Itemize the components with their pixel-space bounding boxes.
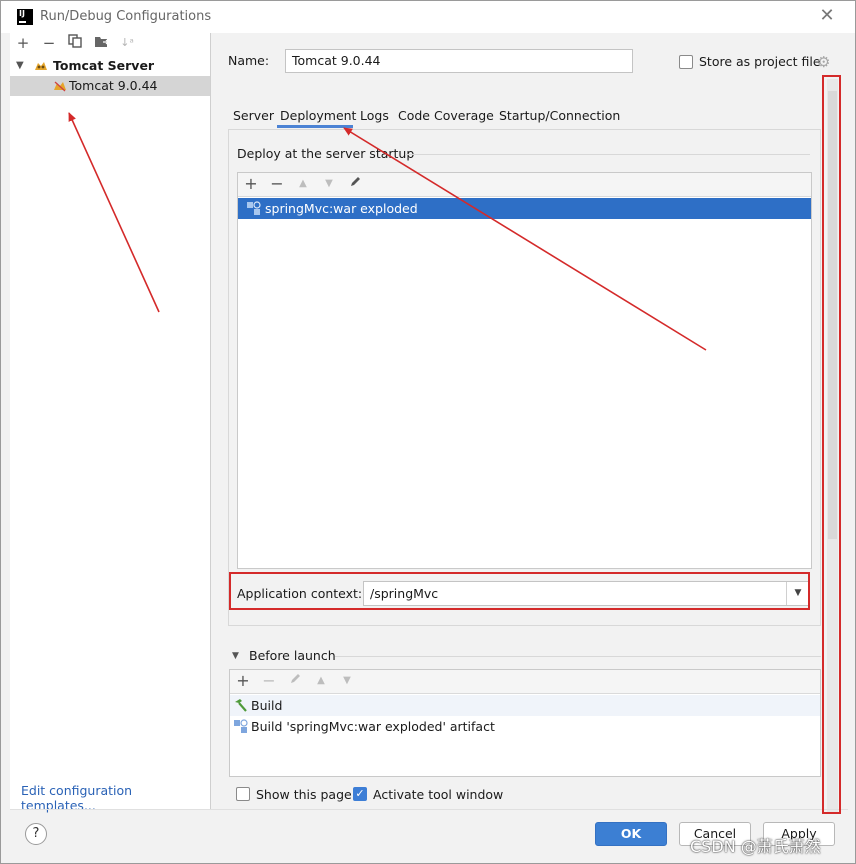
artifact-icon — [247, 201, 261, 215]
copy-icon[interactable] — [66, 34, 84, 52]
remove-icon[interactable]: − — [260, 672, 278, 690]
move-up-icon[interactable]: ▲ — [312, 672, 330, 690]
intellij-logo-icon: IJ — [17, 9, 33, 25]
add-icon[interactable]: + — [14, 34, 32, 52]
edit-icon[interactable] — [346, 175, 364, 193]
add-icon[interactable]: + — [242, 175, 260, 193]
before-launch-list: + − ▲ ▼ Build Build 'springMvc:war explo… — [229, 669, 821, 777]
activate-tool-window-checkbox[interactable]: ✓ — [353, 787, 367, 801]
hammer-icon — [235, 699, 247, 712]
remove-icon[interactable]: − — [40, 34, 58, 52]
tree-item-label: Tomcat Server — [53, 58, 155, 73]
before-launch-title[interactable]: Before launch — [249, 648, 336, 663]
close-icon[interactable]: ✕ — [817, 6, 837, 26]
before-launch-item-label: Build — [251, 698, 283, 713]
tab-logs[interactable]: Logs — [360, 108, 389, 123]
deploy-list: + − ▲ ▼ springMvc:war exploded — [237, 172, 812, 569]
list-item[interactable]: Build — [230, 695, 820, 716]
ok-button[interactable]: OK — [595, 822, 667, 846]
sidebar-toolbar: + − ↓ᵃ — [10, 33, 210, 55]
tree-item-tomcat-server[interactable]: ▼ Tomcat Server — [10, 56, 210, 76]
deploy-list-toolbar: + − ▲ ▼ — [238, 173, 811, 197]
chevron-down-icon[interactable]: ▼ — [16, 56, 24, 76]
scrollbar-highlight — [822, 75, 841, 814]
add-icon[interactable]: + — [234, 672, 252, 690]
store-as-project-label[interactable]: Store as project file — [699, 54, 821, 69]
divider — [335, 656, 821, 657]
store-as-project-checkbox[interactable] — [679, 55, 693, 69]
active-tab-indicator — [277, 125, 353, 128]
artifact-label: springMvc:war exploded — [265, 201, 418, 216]
activate-tool-window-label[interactable]: Activate tool window — [373, 787, 503, 802]
remove-icon[interactable]: − — [268, 175, 286, 193]
configuration-sidebar: + − ↓ᵃ ▼ Tomcat Server Tomcat 9.0.44 Edi… — [10, 33, 210, 813]
gear-icon[interactable]: ⚙ — [817, 53, 830, 71]
name-field[interactable]: Tomcat 9.0.44 — [285, 49, 633, 73]
help-button[interactable]: ? — [25, 823, 47, 845]
move-to-folder-icon[interactable] — [92, 34, 110, 52]
list-item[interactable]: Build 'springMvc:war exploded' artifact — [230, 716, 820, 737]
run-debug-dialog: IJ Run/Debug Configurations ✕ + − ↓ᵃ ▼ T… — [0, 0, 856, 864]
edit-icon[interactable] — [286, 672, 304, 690]
show-page-label[interactable]: Show this page — [256, 787, 352, 802]
window-title: Run/Debug Configurations — [40, 9, 212, 24]
tree-item-tomcat-9-0-44[interactable]: Tomcat 9.0.44 — [10, 76, 210, 96]
section-title: Deploy at the server startup — [237, 146, 415, 161]
artifact-icon — [234, 719, 248, 733]
list-item[interactable]: springMvc:war exploded — [238, 198, 811, 219]
tab-server[interactable]: Server — [233, 108, 274, 123]
move-down-icon[interactable]: ▼ — [338, 672, 356, 690]
watermark: CSDN @萧氏萧然 — [690, 837, 821, 856]
move-up-icon[interactable]: ▲ — [294, 175, 312, 193]
sort-icon[interactable]: ↓ᵃ — [118, 34, 136, 52]
name-label: Name: — [228, 53, 270, 68]
panel-divider[interactable] — [210, 33, 211, 809]
before-launch-toolbar: + − ▲ ▼ — [230, 670, 820, 694]
divider — [405, 154, 810, 155]
collapse-icon[interactable]: ▼ — [232, 651, 239, 661]
tab-deployment[interactable]: Deployment — [280, 108, 356, 123]
app-context-highlight — [229, 572, 810, 610]
show-page-checkbox[interactable] — [236, 787, 250, 801]
divider — [10, 809, 848, 810]
tab-startup-connection[interactable]: Startup/Connection — [499, 108, 620, 123]
tomcat-config-icon — [54, 81, 66, 92]
tomcat-icon — [35, 62, 47, 70]
title-bar: IJ Run/Debug Configurations ✕ — [1, 1, 855, 33]
move-down-icon[interactable]: ▼ — [320, 175, 338, 193]
before-launch-item-label: Build 'springMvc:war exploded' artifact — [251, 719, 495, 734]
tree-item-label: Tomcat 9.0.44 — [69, 78, 158, 93]
tab-code-coverage[interactable]: Code Coverage — [398, 108, 494, 123]
